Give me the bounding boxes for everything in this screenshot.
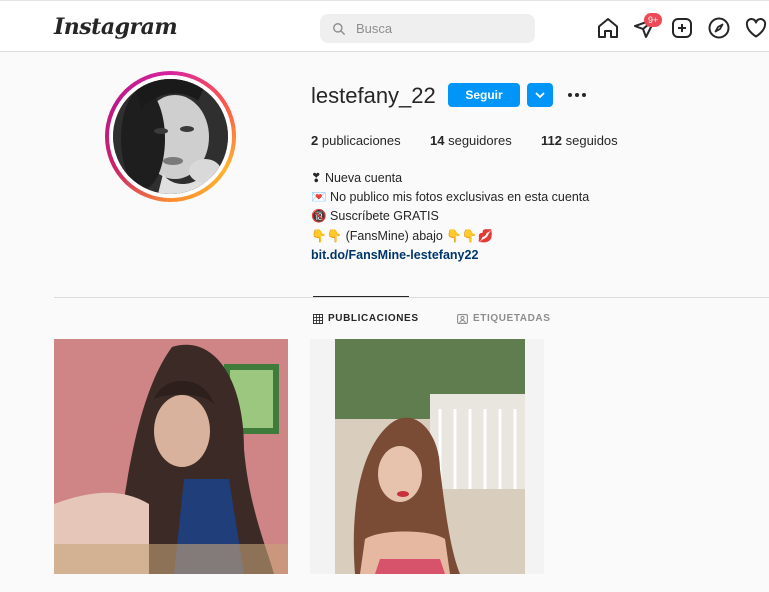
more-icon bbox=[568, 93, 586, 97]
search-box[interactable] bbox=[320, 14, 535, 43]
notification-badge: 9+ bbox=[644, 13, 663, 27]
post-image bbox=[310, 339, 544, 574]
stat-posts: 2 publicaciones bbox=[311, 133, 401, 148]
active-tab-indicator bbox=[313, 296, 409, 297]
tabs-divider bbox=[54, 297, 769, 298]
explore-icon[interactable] bbox=[707, 16, 731, 40]
stat-following[interactable]: 112 seguidos bbox=[541, 133, 618, 148]
instagram-logo[interactable]: Instagram bbox=[54, 14, 178, 40]
avatar-story-ring[interactable] bbox=[105, 71, 236, 202]
tab-etiquetadas[interactable]: ETIQUETADAS bbox=[457, 313, 551, 324]
stat-posts-label: publicaciones bbox=[321, 133, 401, 148]
avatar-frame bbox=[109, 75, 232, 198]
stat-following-count: 112 bbox=[541, 133, 562, 148]
tab-publicaciones[interactable]: PUBLICACIONES bbox=[313, 313, 419, 324]
bio-line: 💌 No publico mis fotos exclusivas en est… bbox=[311, 190, 590, 205]
suggested-accounts-button[interactable] bbox=[527, 83, 553, 107]
bio-line: 👇👇 (FansMine) abajo 👇👇💋 bbox=[311, 228, 494, 243]
bio-line: 🔞 Suscríbete GRATIS bbox=[311, 209, 439, 224]
home-icon[interactable] bbox=[596, 16, 620, 40]
avatar bbox=[113, 79, 228, 194]
post-thumbnail[interactable] bbox=[310, 339, 544, 574]
grid-icon bbox=[313, 313, 323, 324]
stat-followers-count: 14 bbox=[430, 133, 445, 148]
tab-label: PUBLICACIONES bbox=[328, 313, 419, 324]
search-icon bbox=[333, 22, 345, 35]
bio-link[interactable]: bit.do/FansMine-lestefany22 bbox=[311, 246, 589, 265]
tab-label: ETIQUETADAS bbox=[473, 313, 551, 324]
bio-line: ❣ Nueva cuenta bbox=[311, 171, 403, 185]
new-post-icon[interactable] bbox=[670, 16, 694, 40]
profile-username: lestefany_22 bbox=[311, 83, 436, 108]
post-thumbnail[interactable] bbox=[54, 339, 288, 574]
chevron-down-icon bbox=[535, 92, 545, 98]
search-input[interactable] bbox=[356, 21, 516, 36]
more-options-button[interactable] bbox=[566, 86, 588, 104]
post-image bbox=[54, 339, 288, 574]
avatar-photo-image bbox=[113, 79, 228, 194]
stat-followers-label: seguidores bbox=[448, 133, 512, 148]
follow-button[interactable]: Seguir bbox=[448, 83, 520, 107]
stat-following-label: seguidos bbox=[565, 133, 618, 148]
stat-followers[interactable]: 14 seguidores bbox=[430, 133, 512, 148]
tagged-icon bbox=[457, 313, 468, 324]
stat-posts-count: 2 bbox=[311, 133, 319, 148]
profile-bio: ❣ Nueva cuenta 💌 No publico mis fotos ex… bbox=[311, 169, 589, 265]
activity-icon[interactable] bbox=[744, 16, 768, 40]
